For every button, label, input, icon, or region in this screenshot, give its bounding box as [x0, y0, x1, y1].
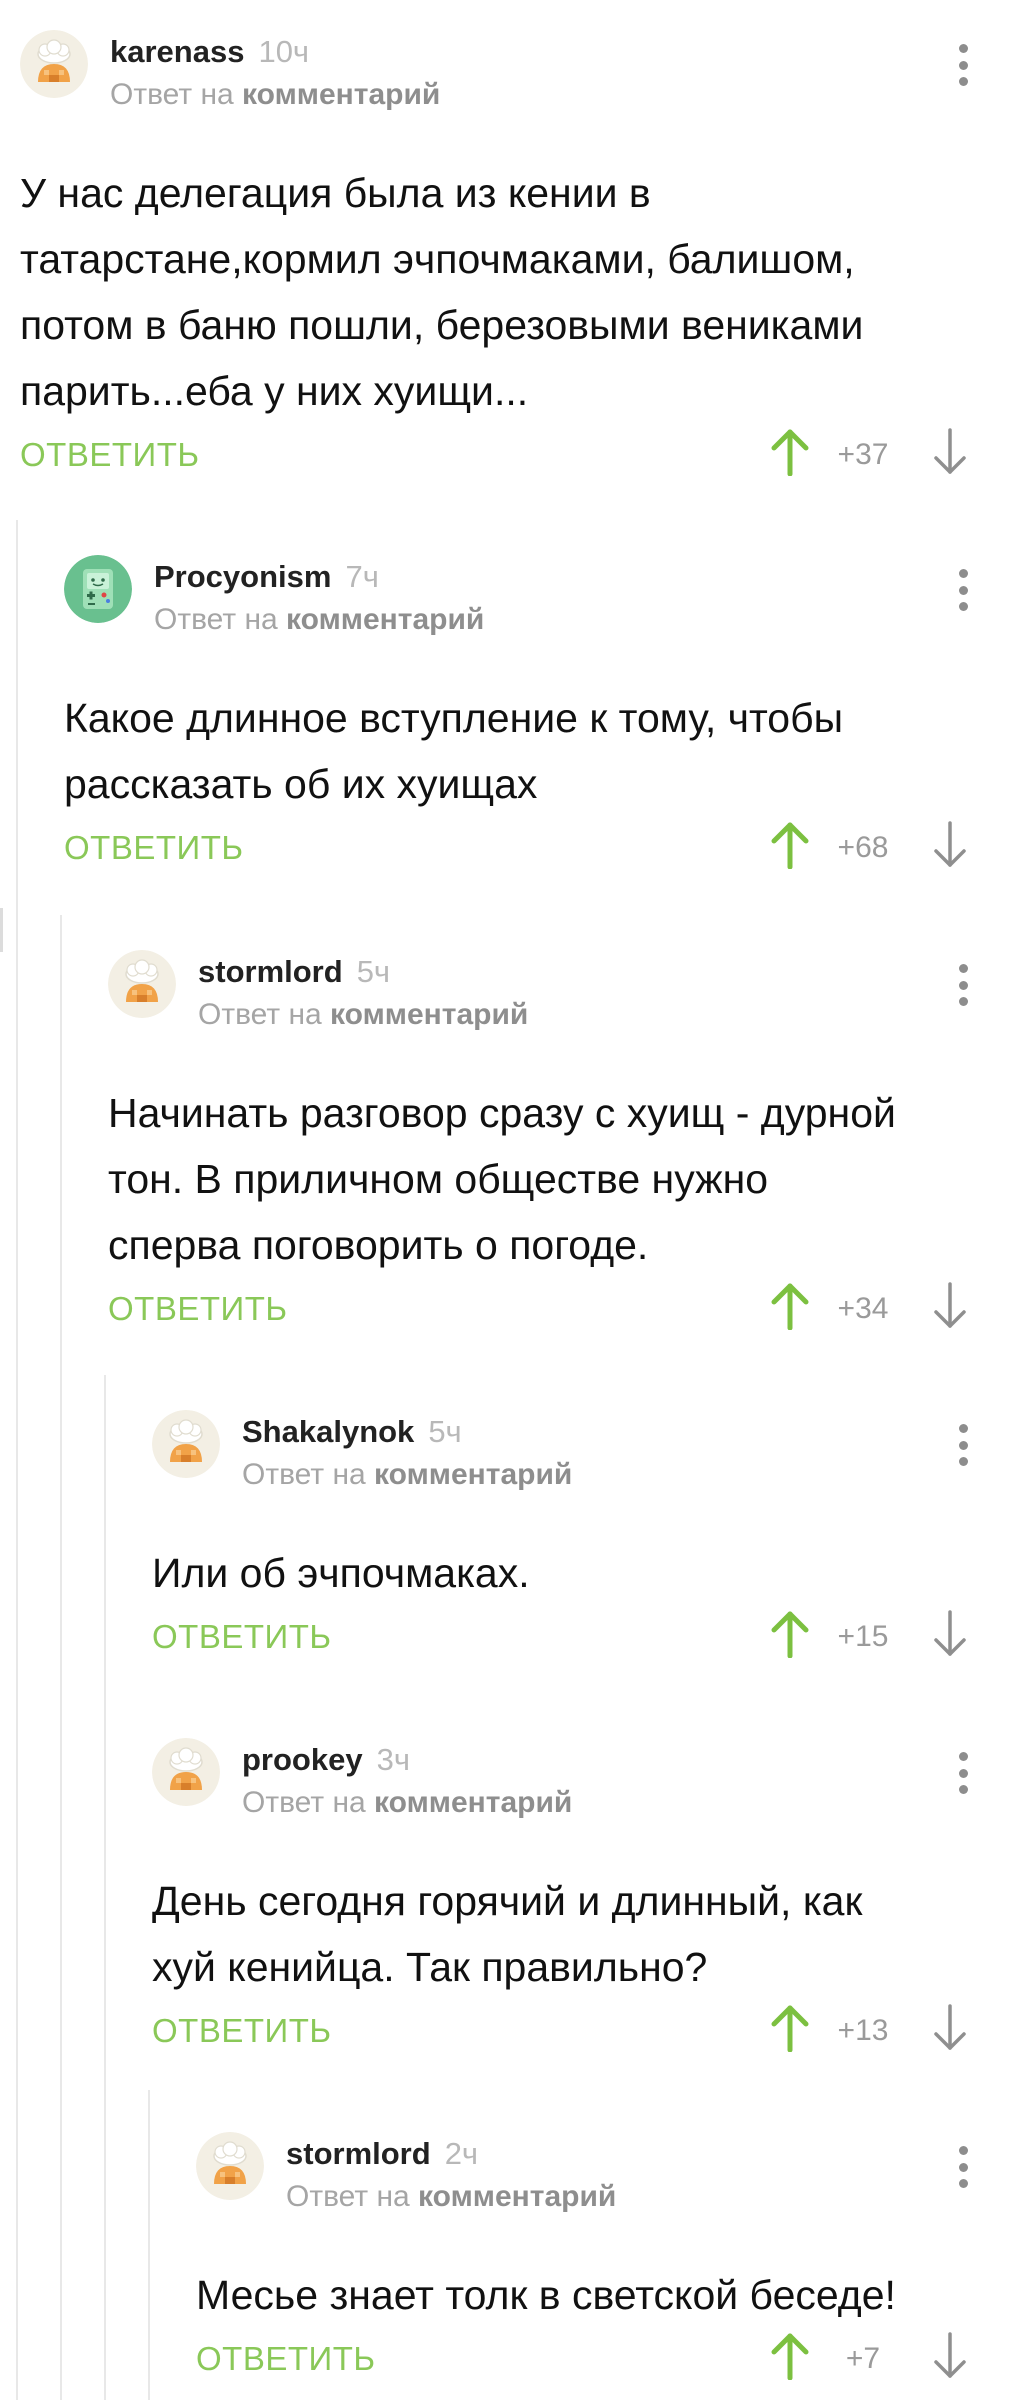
more-vertical-icon[interactable]	[956, 1752, 970, 1794]
comment: Shakalynok 5ч Ответ на комментарий Или об э…	[0, 1410, 1010, 1686]
comment-time: 5ч	[428, 1414, 462, 1449]
comment-line: Начинать разговор сразу с хуищ - дурной	[108, 1090, 896, 1136]
reply-to-prefix: Ответ на	[154, 603, 278, 636]
comment: stormlord 5ч Ответ на комментарий Начинать …	[0, 950, 1010, 1358]
reply-button[interactable]: ОТВЕТИТЬ	[152, 1618, 332, 1656]
comment-time: 10ч	[258, 34, 310, 69]
reply-button[interactable]: ОТВЕТИТЬ	[196, 2340, 376, 2378]
comment-line: сперва поговорить о погоде.	[108, 1222, 649, 1268]
reply-to-prefix: Ответ на	[286, 2180, 410, 2213]
reply-to-prefix: Ответ на	[242, 1458, 366, 1491]
arrow-up-icon[interactable]	[770, 1610, 810, 1658]
arrow-down-icon[interactable]	[930, 1610, 970, 1658]
author-name[interactable]: karenass	[110, 34, 244, 69]
comment-body: Или об эчпочмаках.	[152, 1540, 980, 1606]
author-name[interactable]: stormlord	[286, 2136, 431, 2171]
comment-time: 5ч	[356, 954, 391, 989]
comment-header: stormlord 5ч	[198, 954, 390, 990]
comment-rating: +15	[837, 1620, 889, 1653]
arrow-up-icon[interactable]	[770, 428, 810, 476]
reply-button[interactable]: ОТВЕТИТЬ	[108, 1290, 288, 1328]
comment-rating: +34	[837, 1292, 889, 1325]
arrow-up-icon[interactable]	[770, 1282, 810, 1330]
chef-hat-avatar-icon[interactable]	[152, 1410, 220, 1478]
arrow-up-icon[interactable]	[770, 2004, 810, 2052]
comment: karenass 10ч Ответ на комментарий У нас дел…	[0, 30, 1010, 504]
comment-header: prookey 3ч	[242, 1742, 410, 1778]
reply-button[interactable]: ОТВЕТИТЬ	[152, 2012, 332, 2050]
reply-to-link[interactable]: комментарий	[418, 2180, 616, 2213]
more-vertical-icon[interactable]	[956, 569, 970, 611]
comment-header: Shakalynok 5ч	[242, 1414, 462, 1450]
comment-body: Месье знает толк в светской беседе!	[196, 2262, 980, 2328]
reply-to-info: Ответ на комментарий	[286, 2180, 616, 2214]
comment-body: День сегодня горячий и длинный, как хуй к…	[152, 1868, 980, 2000]
arrow-down-icon[interactable]	[930, 1282, 970, 1330]
comment: stormlord 2ч Ответ на комментарий Месье зна…	[0, 2132, 1010, 2408]
arrow-down-icon[interactable]	[930, 821, 970, 869]
more-vertical-icon[interactable]	[956, 44, 970, 86]
comment-thread: karenass 10ч Ответ на комментарий У нас дел…	[0, 0, 1010, 2400]
comment-body: Какое длинное вступление к тому, чтобы ра…	[64, 685, 980, 817]
author-name[interactable]: stormlord	[198, 954, 343, 989]
reply-button[interactable]: ОТВЕТИТЬ	[20, 436, 200, 474]
comment-time: 3ч	[376, 1742, 411, 1777]
reply-to-info: Ответ на комментарий	[154, 603, 484, 637]
author-name[interactable]: prookey	[242, 1742, 363, 1777]
chef-hat-avatar-icon[interactable]	[152, 1738, 220, 1806]
collapsed-branch-marker[interactable]	[0, 908, 3, 952]
chef-hat-avatar-icon[interactable]	[196, 2132, 264, 2200]
chef-hat-avatar-icon[interactable]	[108, 950, 176, 1018]
comment-time: 7ч	[345, 559, 379, 594]
comment-line: Месье знает толк в светской беседе!	[196, 2272, 896, 2318]
arrow-down-icon[interactable]	[930, 2004, 970, 2052]
comment-body: У нас делегация была из кении в татарстан…	[20, 160, 980, 424]
reply-to-link[interactable]: комментарий	[374, 1458, 572, 1491]
comment: prookey 3ч Ответ на комментарий День сегодн…	[0, 1738, 1010, 2080]
more-vertical-icon[interactable]	[956, 2146, 970, 2188]
comment-header: Procyonism 7ч	[154, 559, 379, 595]
comment-line: парить...еба у них хуищи...	[20, 368, 529, 414]
author-name[interactable]: Procyonism	[154, 559, 331, 594]
comment-line: День сегодня горячий и длинный, как	[152, 1878, 863, 1924]
arrow-down-icon[interactable]	[930, 2332, 970, 2380]
bmo-robot-avatar-icon[interactable]	[64, 555, 132, 623]
comment-header: karenass 10ч	[110, 34, 309, 70]
comment-rating: +7	[845, 2342, 881, 2375]
more-vertical-icon[interactable]	[956, 964, 970, 1006]
reply-to-link[interactable]: комментарий	[330, 998, 528, 1031]
comment-time: 2ч	[444, 2136, 479, 2171]
reply-to-link[interactable]: комментарий	[374, 1786, 572, 1819]
author-name[interactable]: Shakalynok	[242, 1414, 414, 1449]
reply-to-link[interactable]: комментарий	[242, 78, 440, 111]
comment-line: Какое длинное вступление к тому, чтобы	[64, 695, 844, 741]
comment-line: потом в баню пошли, березовыми вениками	[20, 302, 864, 348]
reply-to-info: Ответ на комментарий	[242, 1458, 572, 1492]
reply-to-prefix: Ответ на	[198, 998, 322, 1031]
comment-body: Начинать разговор сразу с хуищ - дурной т…	[108, 1080, 980, 1278]
chef-hat-avatar-icon[interactable]	[20, 30, 88, 98]
reply-to-info: Ответ на комментарий	[110, 78, 440, 112]
comment-line: рассказать об их хуищах	[64, 761, 538, 807]
comment-line: Или об эчпочмаках.	[152, 1550, 530, 1596]
reply-to-prefix: Ответ на	[110, 78, 234, 111]
reply-to-info: Ответ на комментарий	[198, 998, 528, 1032]
reply-to-prefix: Ответ на	[242, 1786, 366, 1819]
comment: Procyonism 7ч Ответ на комментарий Какое дл…	[0, 555, 1010, 897]
comment-line: татарстане,кормил эчпочмаками, балишом,	[20, 236, 855, 282]
more-vertical-icon[interactable]	[956, 1424, 970, 1466]
reply-button[interactable]: ОТВЕТИТЬ	[64, 829, 244, 867]
arrow-up-icon[interactable]	[770, 2332, 810, 2380]
comment-rating: +68	[837, 831, 889, 864]
comment-line: хуй кенийца. Так правильно?	[152, 1944, 708, 1990]
reply-to-link[interactable]: комментарий	[286, 603, 484, 636]
comment-rating: +13	[837, 2014, 889, 2047]
arrow-down-icon[interactable]	[930, 428, 970, 476]
comment-line: тон. В приличном обществе нужно	[108, 1156, 769, 1202]
reply-to-info: Ответ на комментарий	[242, 1786, 572, 1820]
arrow-up-icon[interactable]	[770, 821, 810, 869]
comment-line: У нас делегация была из кении в	[20, 170, 651, 216]
comment-rating: +37	[837, 438, 889, 471]
comment-header: stormlord 2ч	[286, 2136, 478, 2172]
